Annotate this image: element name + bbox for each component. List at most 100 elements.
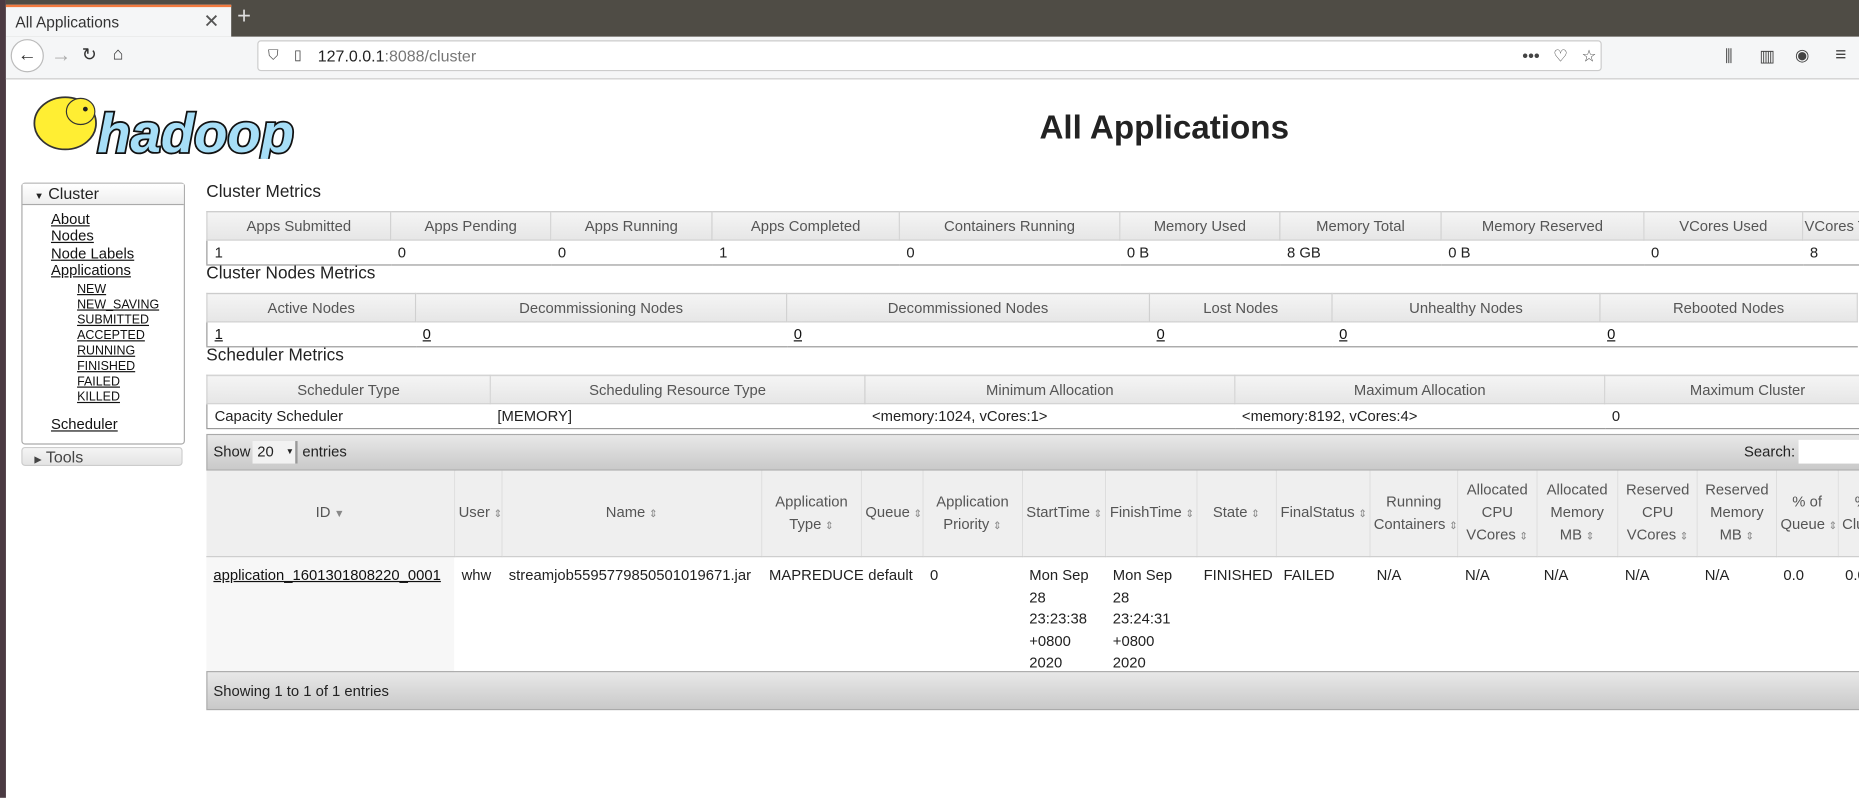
sort-header-queue[interactable]: Queue ⇕	[861, 470, 924, 558]
sort-header-pct-of-cluster[interactable]: % of Cluster⇕	[1838, 470, 1859, 558]
header-maximum-cluster: Maximum Cluster	[1604, 374, 1859, 405]
sort-header-reserved-cpu-vcores[interactable]: Reserved CPU VCores ⇕	[1617, 470, 1699, 558]
cell-containers-running: 0	[899, 240, 1120, 266]
applications-table: ID ▼ User ⇕ Name ⇕ Application Type ⇕ Queue ⇕ Appl…	[206, 470, 1859, 675]
more-icon[interactable]: •••	[1522, 46, 1539, 65]
header-active-nodes: Active Nodes	[206, 292, 417, 323]
reload-icon[interactable]: ↻	[82, 44, 97, 65]
cluster-section-toggle[interactable]: ▼ Cluster	[22, 183, 184, 206]
page-size-value: 20	[257, 443, 274, 461]
sort-header-allocated-memory-mb[interactable]: Allocated Memory MB ⇕	[1536, 470, 1619, 558]
sort-header-state[interactable]: State ⇕	[1196, 470, 1277, 558]
page-title: All Applications	[1039, 109, 1290, 146]
forward-arrow-icon[interactable]: →	[51, 44, 71, 68]
sort-header-user[interactable]: User ⇕	[454, 470, 502, 558]
header-apps-running: Apps Running	[550, 211, 713, 241]
cell-scheduling-resource-type: [MEMORY]	[490, 403, 865, 430]
link-active-nodes[interactable]: 1	[215, 326, 223, 343]
bookmark-star-icon[interactable]: ☆	[1582, 46, 1597, 66]
sort-header-application-priority[interactable]: Application Priority ⇕	[922, 470, 1023, 558]
cell-decommissioned-nodes: 0	[786, 321, 1150, 348]
sort-header-finishtime[interactable]: FinishTime ⇕	[1105, 470, 1198, 558]
sidebar-item-scheduler[interactable]: Scheduler	[23, 416, 184, 433]
search-input[interactable]	[1798, 439, 1859, 464]
table-row: 100100 B8 GB 0 B08	[206, 240, 1859, 266]
sidebar-toggle-icon[interactable]: ▥	[1759, 46, 1775, 66]
sort-both-icon: ⇕	[913, 507, 923, 520]
sidebar-item-about[interactable]: About	[23, 211, 184, 228]
sort-header-running-containers[interactable]: Running Containers ⇕	[1369, 470, 1459, 558]
cell-application-priority: 0	[930, 566, 939, 584]
sort-header-starttime[interactable]: StartTime ⇕	[1022, 470, 1107, 558]
header-unhealthy-nodes: Unhealthy Nodes	[1331, 292, 1601, 323]
sidebar-item-node-labels[interactable]: Node Labels	[23, 245, 184, 262]
chevron-down-icon: ▼	[285, 448, 295, 457]
sort-header-name[interactable]: Name ⇕	[501, 470, 763, 558]
url-bar[interactable]: ⛉ ▯ 127.0.0.1:8088/cluster ••• ♡ ☆	[257, 40, 1602, 72]
cell-rebooted-nodes: 0	[1599, 321, 1858, 348]
home-icon[interactable]: ⌂	[113, 44, 124, 64]
new-tab-icon[interactable]: +	[237, 4, 251, 31]
cell-allocated-cpu-vcores: N/A	[1465, 566, 1490, 584]
browser-tab[interactable]: All Applications ✕	[5, 4, 232, 37]
header-maximum-allocation: Maximum Allocation	[1234, 374, 1606, 405]
library-icon[interactable]: ⫼	[1725, 46, 1733, 66]
sidebar-state-killed[interactable]: KILLED	[23, 390, 184, 405]
close-tab-icon[interactable]: ✕	[203, 9, 219, 33]
back-arrow-icon[interactable]: ←	[10, 39, 44, 73]
sidebar-state-failed[interactable]: FAILED	[23, 375, 184, 390]
table-row: Capacity Scheduler [MEMORY] <memory:1024, …	[206, 403, 1859, 430]
cell-minimum-allocation: <memory:1024, vCores:1>	[864, 403, 1235, 430]
cell-memory-total: 8 GB	[1279, 240, 1442, 266]
header-label: ID	[315, 503, 331, 521]
sidebar-state-accepted[interactable]: ACCEPTED	[23, 329, 184, 344]
header-row: Apps Submitted Apps Pending Apps Running Ap…	[206, 211, 1859, 241]
shield-icon[interactable]: ⛉	[268, 46, 279, 64]
sidebar-state-new[interactable]: NEW	[23, 282, 184, 297]
sort-header-allocated-cpu-vcores[interactable]: Allocated CPU VCores ⇕	[1457, 470, 1538, 558]
sort-header-application-type[interactable]: Application Type ⇕	[761, 470, 862, 558]
sidebar-state-submitted[interactable]: SUBMITTED	[23, 313, 184, 328]
cell-name: streamjob5595779850501019671.jar	[508, 566, 752, 584]
header-apps-submitted: Apps Submitted	[206, 211, 392, 241]
sort-header-reserved-memory-mb[interactable]: Reserved Memory MB ⇕	[1697, 470, 1777, 558]
entries-label: entries	[302, 443, 347, 461]
sidebar-item-nodes[interactable]: Nodes	[23, 228, 184, 245]
cell-active-nodes: 1	[206, 321, 416, 348]
sidebar-state-running[interactable]: RUNNING	[23, 344, 184, 359]
header-row: Scheduler Type Scheduling Resource Type Mi…	[206, 374, 1859, 405]
account-icon[interactable]: ◉	[1795, 45, 1809, 65]
sidebar-tools-toggle[interactable]: ▶ Tools	[21, 446, 183, 466]
sidebar-state-finished[interactable]: FINISHED	[23, 359, 184, 374]
page-size-select[interactable]: 20 ▼	[252, 441, 298, 464]
link-rebooted-nodes[interactable]: 0	[1607, 326, 1615, 343]
header-label: Allocated Memory MB	[1546, 481, 1608, 544]
application-id-link[interactable]: application_1601301808220_0001	[213, 567, 440, 584]
sort-both-icon: ⇕	[1185, 507, 1195, 520]
sort-both-icon: ⇕	[1448, 518, 1458, 531]
header-containers-running: Containers Running	[898, 211, 1121, 241]
nav-toolbar: ← → ↻ ⌂ ⛉ ▯ 127.0.0.1:8088/cluster ••• ♡…	[5, 36, 1859, 80]
link-decommissioned-nodes[interactable]: 0	[794, 326, 802, 343]
cell-running-containers: N/A	[1376, 566, 1402, 584]
menu-icon[interactable]: ≡	[1835, 45, 1846, 66]
pocket-icon[interactable]: ♡	[1553, 46, 1568, 66]
sort-header-id[interactable]: ID ▼	[206, 470, 456, 558]
sort-header-finalstatus[interactable]: FinalStatus ⇕	[1276, 470, 1371, 558]
cell-id: application_1601301808220_0001	[206, 556, 455, 675]
cell-starttime: Mon Sep 28 23:23:38 +0800 2020	[1029, 566, 1089, 672]
sidebar-cluster: ▼ Cluster About Nodes Node Labels Applic…	[21, 182, 185, 445]
show-label: Show	[213, 443, 251, 461]
link-unhealthy-nodes[interactable]: 0	[1339, 326, 1347, 343]
scheduler-metrics-table: Scheduler Type Scheduling Resource Type Mi…	[206, 374, 1859, 430]
cell-allocated-memory-mb: N/A	[1543, 566, 1569, 584]
sort-both-icon: ⇕	[1358, 507, 1368, 520]
sidebar-state-new-saving[interactable]: NEW_SAVING	[23, 298, 184, 313]
cell-unhealthy-nodes: 0	[1332, 321, 1600, 348]
cell-pct-of-queue: 0.0	[1783, 566, 1805, 584]
sort-header-pct-of-queue[interactable]: % of Queue ⇕	[1776, 470, 1839, 558]
link-decommissioning-nodes[interactable]: 0	[423, 326, 431, 343]
sidebar-item-applications[interactable]: Applications	[23, 262, 184, 279]
link-lost-nodes[interactable]: 0	[1157, 326, 1165, 343]
header-label: State	[1212, 503, 1248, 521]
